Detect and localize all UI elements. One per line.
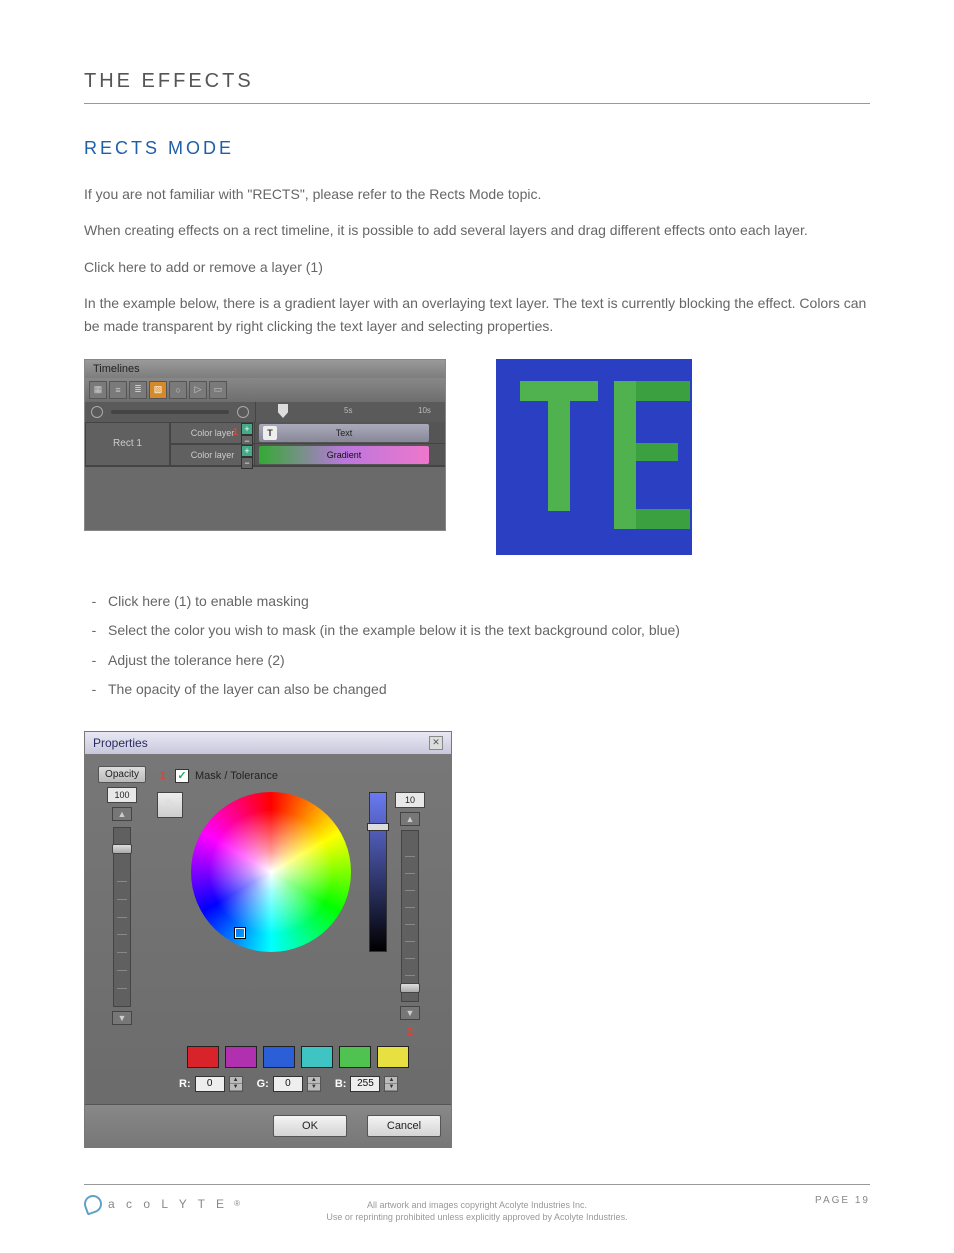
copyright-line: All artwork and images copyright Acolyte… xyxy=(227,1199,727,1212)
copyright-line: Use or reprinting prohibited unless expl… xyxy=(227,1211,727,1224)
r-spinner[interactable]: ▲▼ xyxy=(229,1076,243,1092)
layer-row[interactable]: Color layer 1 +− xyxy=(170,422,255,444)
color-picker-cursor[interactable] xyxy=(235,928,245,938)
layer-label: Color layer xyxy=(191,450,235,460)
opacity-slider[interactable] xyxy=(113,827,131,1007)
bullet-dash: - xyxy=(90,587,98,616)
color-swatch[interactable] xyxy=(187,1046,219,1068)
layer-add-remove[interactable]: +− xyxy=(241,445,253,467)
opacity-tab[interactable]: Opacity xyxy=(98,766,146,783)
b-label: B: xyxy=(335,1078,347,1090)
swatch-row xyxy=(187,1046,439,1068)
bullet-dash: - xyxy=(90,646,98,675)
clip-label: Gradient xyxy=(327,450,362,460)
zoom-slider[interactable] xyxy=(111,410,229,414)
playhead-icon[interactable] xyxy=(278,404,288,418)
bullet-dash: - xyxy=(90,675,98,704)
text-badge-icon: T xyxy=(263,426,277,440)
brand-icon xyxy=(84,1195,102,1213)
section-title: RECTS MODE xyxy=(84,138,870,159)
tolerance-value[interactable]: 10 xyxy=(395,792,425,808)
layer-row[interactable]: Color layer +− xyxy=(170,444,255,466)
tolerance-up-icon[interactable]: ▲ xyxy=(400,812,420,826)
page-number: PAGE 19 xyxy=(815,1195,870,1206)
timelines-title: Timelines xyxy=(85,360,445,378)
rect-label[interactable]: Rect 1 xyxy=(85,422,170,466)
brand-text: a c o L Y T E xyxy=(108,1197,228,1211)
mask-checkbox[interactable]: ✓ xyxy=(175,769,189,783)
ruler-tick: 5s xyxy=(344,406,352,415)
ruler-tick: 10s xyxy=(418,406,431,415)
grid-icon[interactable]: ▦ xyxy=(89,381,107,399)
close-icon[interactable]: ✕ xyxy=(429,736,443,750)
ok-button[interactable]: OK xyxy=(273,1115,347,1137)
opacity-value[interactable]: 100 xyxy=(107,787,137,803)
g-spinner[interactable]: ▲▼ xyxy=(307,1076,321,1092)
tolerance-down-icon[interactable]: ▼ xyxy=(400,1006,420,1020)
callout-1: 1 xyxy=(232,427,238,438)
mask-label: Mask / Tolerance xyxy=(195,770,278,782)
play-icon[interactable]: ▷ xyxy=(189,381,207,399)
brand-logo: a c o L Y T E® xyxy=(84,1195,244,1213)
clip-text[interactable]: T Text xyxy=(259,424,429,442)
preview-image xyxy=(496,359,692,555)
color-swatch[interactable] xyxy=(377,1046,409,1068)
timelines-toolbar: ▦ ≡ ≣ ▧ ○ ▷ ▭ xyxy=(85,378,445,402)
record-icon[interactable]: ○ xyxy=(169,381,187,399)
rows-icon[interactable]: ≡ xyxy=(109,381,127,399)
callout-1: 1 xyxy=(157,768,169,784)
b-value[interactable]: 255 xyxy=(350,1076,380,1092)
eyedropper-icon[interactable]: ✎ xyxy=(157,792,183,818)
timelines-panel: Timelines ▦ ≡ ≣ ▧ ○ ▷ ▭ 5s 10s xyxy=(84,359,446,531)
g-label: G: xyxy=(257,1078,269,1090)
cancel-button[interactable]: Cancel xyxy=(367,1115,441,1137)
callout-2: 2 xyxy=(407,1026,413,1038)
color-wheel[interactable] xyxy=(191,792,351,952)
r-label: R: xyxy=(179,1078,191,1090)
b-spinner[interactable]: ▲▼ xyxy=(384,1076,398,1092)
clip-gradient[interactable]: Gradient xyxy=(259,446,429,464)
timeline-ruler[interactable]: 5s 10s xyxy=(255,402,445,422)
rect-icon[interactable]: ▧ xyxy=(149,381,167,399)
color-swatch[interactable] xyxy=(225,1046,257,1068)
list-item: The opacity of the layer can also be cha… xyxy=(108,675,387,704)
list-item: Click here (1) to enable masking xyxy=(108,587,309,616)
color-swatch[interactable] xyxy=(263,1046,295,1068)
paragraph: When creating effects on a rect timeline… xyxy=(84,219,870,241)
bullet-dash: - xyxy=(90,616,98,645)
timelines-empty-area xyxy=(85,466,445,530)
clip-label: Text xyxy=(336,428,353,438)
page-title: THE EFFECTS xyxy=(84,70,870,104)
value-slider[interactable] xyxy=(369,792,387,952)
paragraph: If you are not familiar with "RECTS", pl… xyxy=(84,183,870,205)
color-swatch[interactable] xyxy=(301,1046,333,1068)
bullet-list: -Click here (1) to enable masking -Selec… xyxy=(90,587,870,705)
opacity-up-icon[interactable]: ▲ xyxy=(112,807,132,821)
color-swatch[interactable] xyxy=(339,1046,371,1068)
zoom-out-icon[interactable] xyxy=(91,406,103,418)
r-value[interactable]: 0 xyxy=(195,1076,225,1092)
stop-icon[interactable]: ▭ xyxy=(209,381,227,399)
paragraph: Click here to add or remove a layer (1) xyxy=(84,256,870,278)
opacity-down-icon[interactable]: ▼ xyxy=(112,1011,132,1025)
rows2-icon[interactable]: ≣ xyxy=(129,381,147,399)
zoom-in-icon[interactable] xyxy=(237,406,249,418)
properties-dialog: Properties ✕ Opacity 100 ▲ ▼ xyxy=(84,731,452,1148)
dialog-title: Properties xyxy=(93,736,148,750)
layer-label: Color layer xyxy=(191,428,235,438)
layer-add-remove[interactable]: +− xyxy=(241,423,253,445)
tolerance-slider[interactable] xyxy=(401,830,419,1002)
paragraph: In the example below, there is a gradien… xyxy=(84,292,870,337)
list-item: Adjust the tolerance here (2) xyxy=(108,646,285,675)
list-item: Select the color you wish to mask (in th… xyxy=(108,616,680,645)
g-value[interactable]: 0 xyxy=(273,1076,303,1092)
